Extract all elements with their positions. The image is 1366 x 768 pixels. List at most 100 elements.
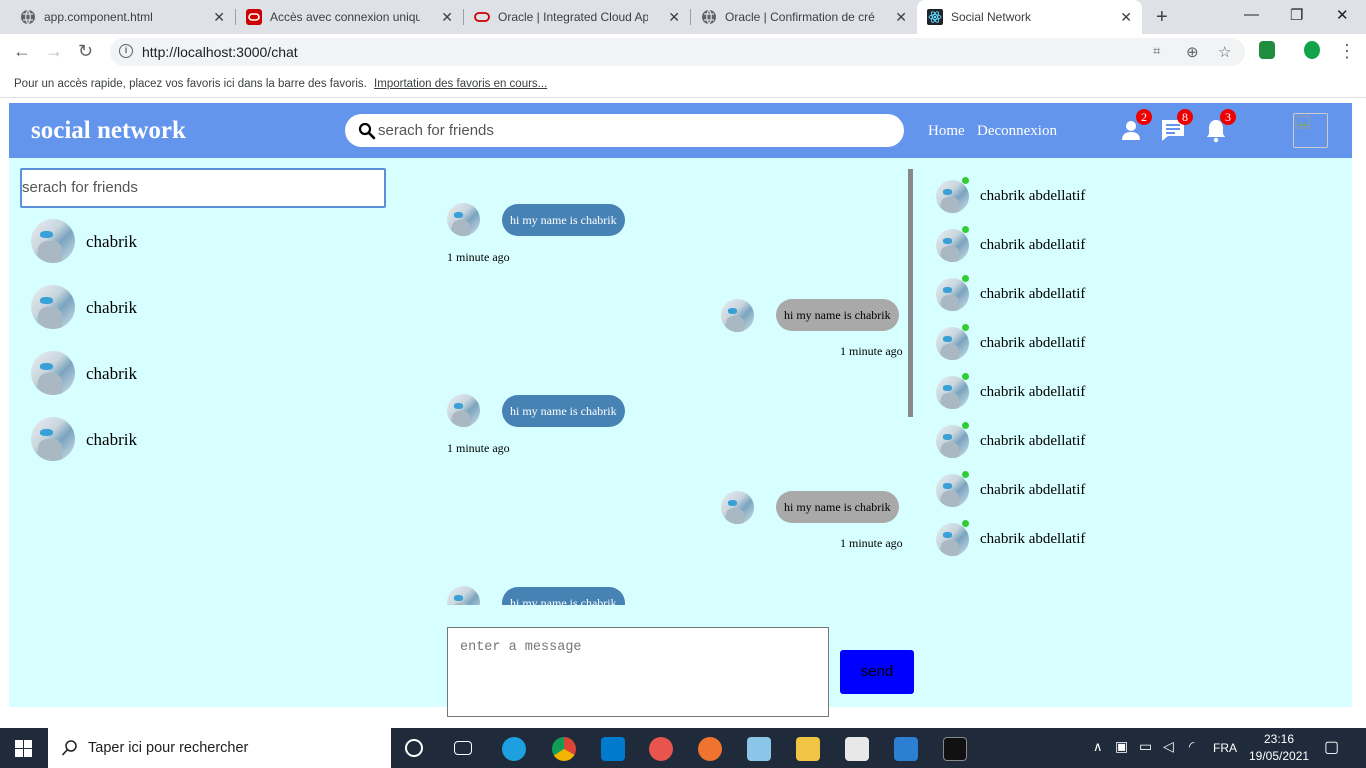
close-tab-icon[interactable]: ✕ — [441, 9, 453, 26]
online-status-dot — [962, 226, 969, 233]
message-input[interactable]: enter a message — [447, 627, 829, 717]
online-status-dot — [962, 373, 969, 380]
zoom-icon[interactable]: ⊕ — [1186, 43, 1199, 61]
reload-icon[interactable]: ↻ — [78, 41, 93, 62]
online-user-item[interactable]: chabrik abdellatif — [929, 471, 1229, 510]
oracle-icon — [474, 12, 490, 22]
browser-tab[interactable]: Accès avec connexion unique ✕ — [236, 0, 463, 34]
clock-date[interactable]: 19/05/2021 — [1249, 749, 1309, 763]
profile-avatar-button[interactable] — [1293, 113, 1328, 148]
online-user-item[interactable]: chabrik abdellatif — [929, 226, 1229, 265]
task-view-icon[interactable] — [454, 741, 472, 755]
friend-requests-button[interactable]: 2 — [1119, 109, 1152, 143]
avatar — [936, 327, 969, 360]
avatar — [936, 523, 969, 556]
file-explorer-icon[interactable] — [796, 737, 820, 761]
windows-start-icon[interactable] — [15, 740, 32, 757]
chrome-icon[interactable] — [552, 737, 576, 761]
close-tab-icon[interactable]: ✕ — [895, 9, 907, 26]
online-user-name: chabrik abdellatif — [980, 433, 1086, 449]
cortana-icon[interactable] — [405, 739, 423, 757]
notification-center-icon[interactable]: ▢ — [1324, 737, 1339, 757]
chat-messages[interactable]: hi my name is chabrik 1 minute ago hi my… — [445, 169, 914, 605]
chat-scrollbar[interactable] — [908, 169, 913, 417]
notifications-button[interactable]: 3 — [1203, 109, 1236, 143]
app-icon[interactable] — [649, 737, 673, 761]
network-icon[interactable]: ◜ — [1189, 738, 1194, 755]
navbar-search[interactable]: serach for friends — [345, 114, 904, 147]
navbar-search-placeholder: serach for friends — [378, 122, 494, 139]
edge-icon[interactable] — [502, 737, 526, 761]
volume-icon[interactable]: ◁ — [1163, 738, 1174, 755]
restore-icon[interactable]: ❐ — [1290, 6, 1303, 24]
minimize-icon[interactable]: — — [1244, 6, 1259, 23]
language-indicator[interactable]: FRA — [1213, 741, 1237, 755]
taskbar-search[interactable]: Taper ici pour rechercher — [48, 728, 391, 768]
online-user-item[interactable]: chabrik abdellatif — [929, 520, 1229, 559]
battery-icon[interactable]: ▭ — [1139, 738, 1152, 755]
friend-item[interactable]: chabrik — [31, 285, 331, 331]
browser-tab[interactable]: app.component.html ✕ — [0, 0, 235, 34]
online-status-dot — [962, 520, 969, 527]
friend-item[interactable]: chabrik — [31, 417, 331, 463]
address-bar[interactable]: i http://localhost:3000/chat ⌗ ⊕ ☆ — [110, 38, 1245, 66]
avatar — [31, 417, 75, 461]
vscode-icon[interactable] — [601, 737, 625, 761]
tab-title: Oracle | Confirmation de créati — [725, 10, 875, 24]
chat-message-incoming: hi my name is chabrik 1 minute ago — [445, 203, 914, 283]
info-icon[interactable]: i — [119, 44, 133, 58]
message-bubble: hi my name is chabrik — [502, 587, 625, 605]
friends-search-input[interactable]: serach for friends — [20, 168, 386, 208]
browser-tab[interactable]: Oracle | Integrated Cloud Appl ✕ — [464, 0, 690, 34]
friend-item[interactable]: chabrik — [31, 351, 331, 397]
friend-name: chabrik — [86, 364, 137, 383]
browser-tab-strip: app.component.html ✕ Accès avec connexio… — [0, 0, 1366, 34]
chevron-up-icon[interactable]: ∧ — [1093, 739, 1103, 755]
search-icon — [358, 122, 376, 140]
close-window-icon[interactable]: ✕ — [1336, 6, 1349, 24]
bookmarks-import-link[interactable]: Importation des favoris en cours... — [374, 78, 547, 90]
avatar — [936, 180, 969, 213]
online-status-dot — [962, 471, 969, 478]
online-user-item[interactable]: chabrik abdellatif — [929, 177, 1229, 216]
extension-shield-icon[interactable] — [1304, 41, 1320, 59]
send-button[interactable]: send — [840, 650, 914, 694]
message-bubble: hi my name is chabrik — [776, 299, 899, 331]
online-user-item[interactable]: chabrik abdellatif — [929, 275, 1229, 314]
friend-item[interactable]: chabrik — [31, 219, 331, 265]
page-content: social network serach for friends Home D… — [9, 103, 1352, 717]
nav-link-logout[interactable]: Deconnexion — [977, 123, 1057, 140]
close-tab-icon[interactable]: ✕ — [1120, 9, 1132, 26]
tray-icon[interactable]: ▣ — [1115, 738, 1128, 755]
friend-name: chabrik — [86, 232, 137, 251]
avatar — [31, 285, 75, 329]
postman-icon[interactable] — [698, 737, 722, 761]
avatar — [936, 474, 969, 507]
app-icon[interactable] — [747, 737, 771, 761]
online-user-item[interactable]: chabrik abdellatif — [929, 373, 1229, 412]
messages-button[interactable]: 8 — [1160, 109, 1193, 143]
close-tab-icon[interactable]: ✕ — [213, 9, 225, 26]
translate-icon[interactable]: ⌗ — [1153, 43, 1160, 59]
online-user-item[interactable]: chabrik abdellatif — [929, 422, 1229, 461]
online-status-dot — [962, 422, 969, 429]
menu-icon[interactable]: ⋮ — [1338, 41, 1356, 62]
bookmark-star-icon[interactable]: ☆ — [1218, 43, 1231, 61]
back-icon[interactable]: ← — [13, 41, 31, 62]
forward-icon[interactable]: → — [45, 41, 63, 62]
mail-icon[interactable] — [894, 737, 918, 761]
online-user-item[interactable]: chabrik abdellatif — [929, 324, 1229, 363]
new-tab-icon[interactable]: + — [1156, 6, 1168, 29]
clock-time[interactable]: 23:16 — [1264, 732, 1294, 746]
store-icon[interactable] — [845, 737, 869, 761]
friend-requests-badge: 2 — [1136, 109, 1152, 125]
online-user-name: chabrik abdellatif — [980, 384, 1086, 400]
close-tab-icon[interactable]: ✕ — [668, 9, 680, 26]
terminal-icon[interactable] — [943, 737, 967, 761]
browser-tab[interactable]: Oracle | Confirmation de créati ✕ — [691, 0, 917, 34]
brand-logo[interactable]: social network — [31, 117, 186, 145]
extension-ab-icon[interactable] — [1259, 41, 1275, 59]
message-time: 1 minute ago — [447, 250, 510, 264]
browser-tab-active[interactable]: Social Network ✕ — [917, 0, 1142, 34]
nav-link-home[interactable]: Home — [928, 123, 965, 140]
